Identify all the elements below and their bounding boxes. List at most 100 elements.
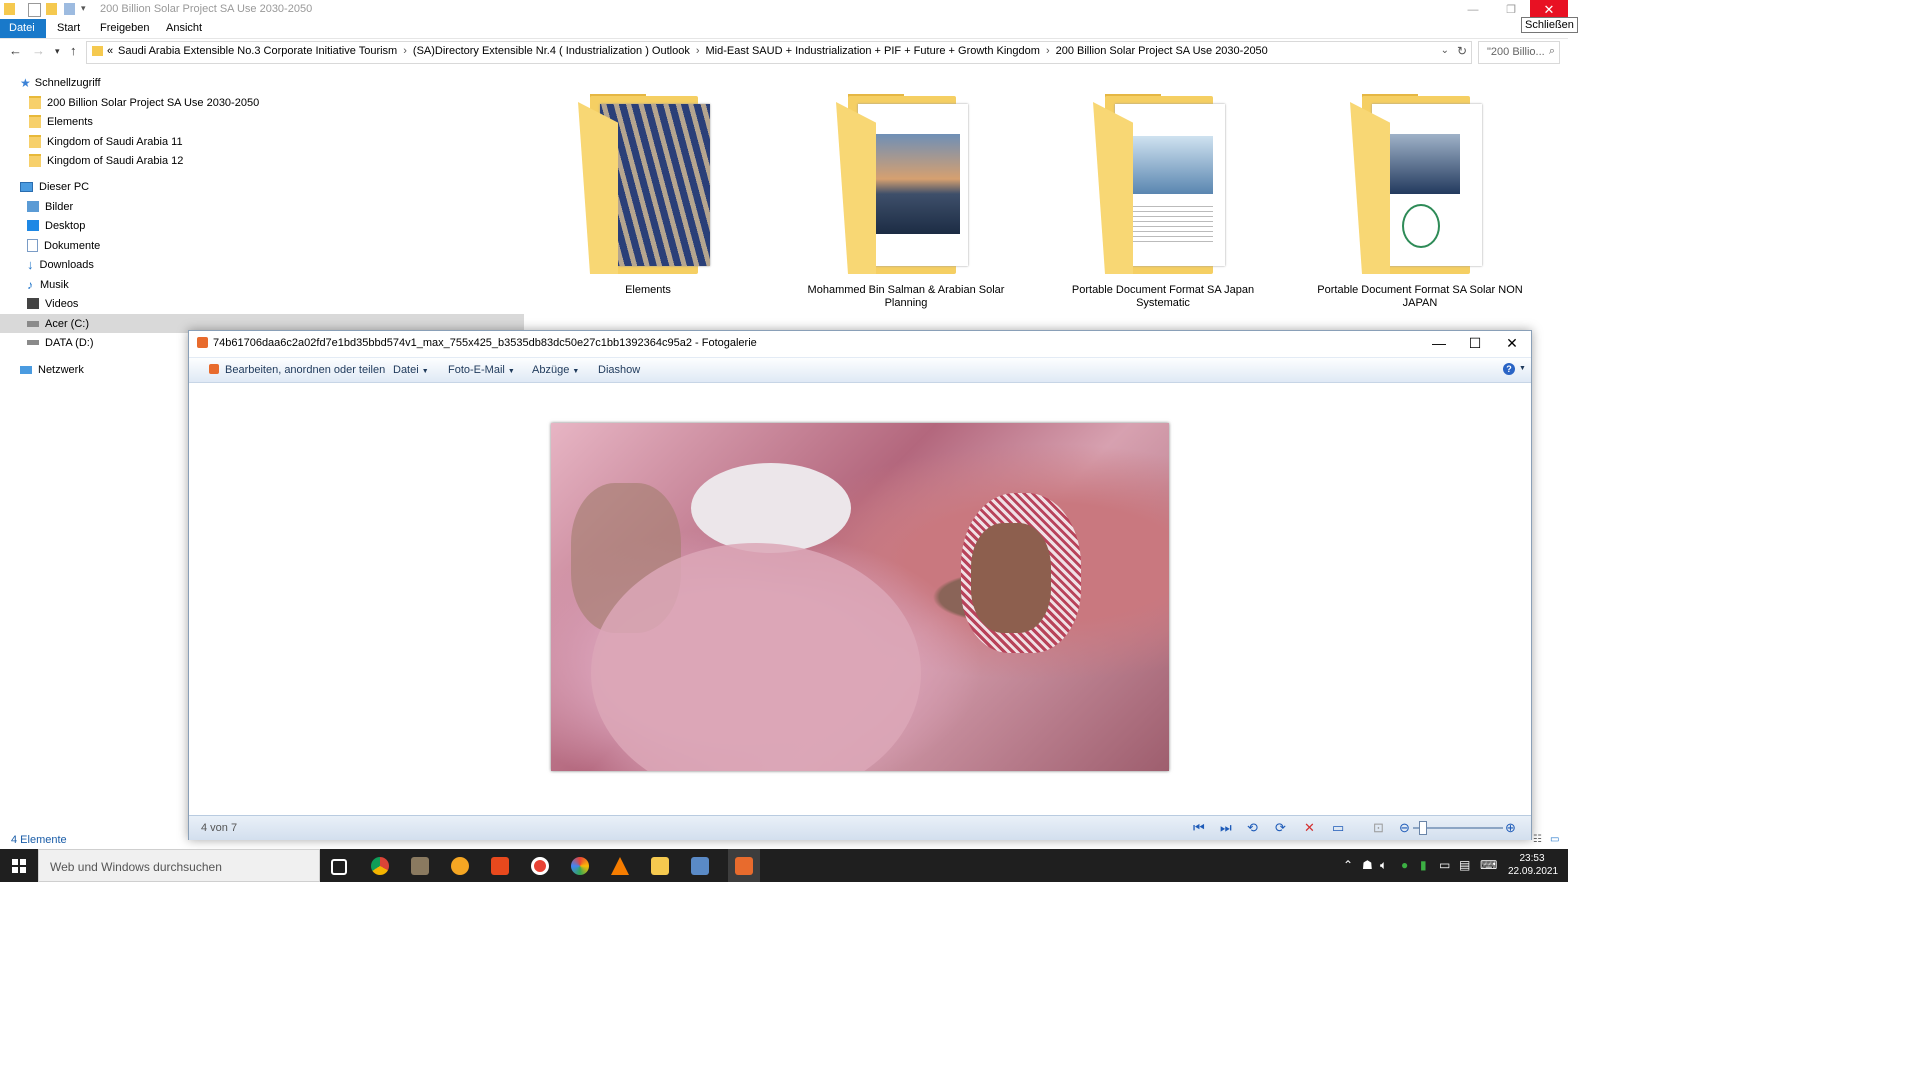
nav-item-bilder[interactable]: Bilder <box>27 197 73 216</box>
app-icon[interactable] <box>571 857 589 875</box>
address-overflow-chevron[interactable]: « <box>107 45 113 57</box>
nav-item-ksa-12[interactable]: Kingdom of Saudi Arabia 12 <box>29 151 183 170</box>
minimize-button[interactable]: — <box>1454 0 1492 19</box>
nav-item-ksa-11[interactable]: Kingdom of Saudi Arabia 11 <box>29 132 183 151</box>
nav-item-downloads[interactable]: ↓ Downloads <box>27 255 94 274</box>
antivirus-icon[interactable]: ● <box>1401 858 1408 872</box>
rotate-left-icon[interactable]: ⟲ <box>1247 820 1258 836</box>
properties-icon[interactable] <box>28 3 41 17</box>
nav-item-data-d[interactable]: DATA (D:) <box>27 333 93 352</box>
nav-label: Desktop <box>45 219 86 232</box>
menu-datei[interactable]: Datei ▼ <box>393 364 429 376</box>
saudi-emblem-icon <box>1402 204 1440 248</box>
tray-app-icon[interactable]: ☗ <box>1362 858 1373 872</box>
zoom-slider-thumb[interactable] <box>1419 821 1427 835</box>
help-chevron-icon[interactable]: ▼ <box>1519 365 1526 372</box>
network-icon[interactable]: ▭ <box>1439 858 1450 872</box>
app-icon[interactable] <box>491 857 509 875</box>
taskbar-clock[interactable]: 23:53 22.09.2021 <box>1508 852 1558 878</box>
up-arrow-icon[interactable]: ↑ <box>70 43 77 58</box>
tab-ansicht[interactable]: Ansicht <box>157 19 211 38</box>
file-explorer-icon[interactable] <box>651 857 669 875</box>
details-view-icon[interactable]: ☷ <box>1533 834 1542 845</box>
breadcrumb-separator-icon[interactable]: › <box>1040 45 1056 57</box>
actual-size-icon[interactable]: ⊡ <box>1373 820 1384 836</box>
search-icon[interactable]: ⌕ <box>1549 45 1555 58</box>
app-icon[interactable] <box>411 857 429 875</box>
breadcrumb-item[interactable]: (SA)Directory Extensible Nr.4 ( Industri… <box>413 45 690 57</box>
folder-icon <box>4 3 15 15</box>
menu-foto-email[interactable]: Foto-E-Mail ▼ <box>448 364 515 376</box>
back-arrow-icon[interactable]: ← <box>9 43 22 58</box>
refresh-icon[interactable]: ↻ <box>1457 44 1467 58</box>
nav-item-solar-project[interactable]: 200 Billion Solar Project SA Use 2030-20… <box>29 93 259 112</box>
explorer-titlebar: ▾ 200 Billion Solar Project SA Use 2030-… <box>0 0 1568 19</box>
edit-arrange-share-button[interactable]: Bearbeiten, anordnen oder teilen <box>209 364 385 376</box>
nav-item-desktop[interactable]: Desktop <box>27 216 85 235</box>
nav-item-elements[interactable]: Elements <box>29 112 93 131</box>
nav-item-videos[interactable]: Videos <box>27 294 78 313</box>
show-hidden-icons-icon[interactable]: ⌃ <box>1343 858 1353 872</box>
breadcrumb-item[interactable]: 200 Billion Solar Project SA Use 2030-20… <box>1056 45 1268 57</box>
nav-network[interactable]: Netzwerk <box>20 360 84 379</box>
folder-tile-mbs-solar[interactable]: Mohammed Bin Salman & Arabian Solar Plan… <box>796 94 1016 316</box>
item-count: 4 Elemente <box>11 834 67 846</box>
menu-diashow[interactable]: Diashow <box>598 364 640 376</box>
keyboard-icon[interactable]: ⌨ <box>1480 858 1497 872</box>
tab-start[interactable]: Start <box>48 19 89 38</box>
rotate-right-icon[interactable]: ⟳ <box>1275 820 1286 836</box>
folder-tile-pdf-japan[interactable]: Portable Document Format SA Japan System… <box>1053 94 1273 316</box>
customize-quickaccess-chevron-icon[interactable]: ▾ <box>81 3 86 14</box>
next-photo-icon[interactable]: ⏭ <box>1220 820 1232 836</box>
slideshow-icon[interactable]: ▭ <box>1332 820 1344 836</box>
task-view-icon[interactable] <box>331 859 347 875</box>
app-icon[interactable] <box>691 857 709 875</box>
tab-datei[interactable]: Datei <box>0 19 46 38</box>
volume-icon[interactable]: 🔈︎ <box>1380 858 1387 873</box>
gallery-close-button[interactable]: ✕ <box>1494 333 1530 353</box>
nav-item-dokumente[interactable]: Dokumente <box>27 236 100 255</box>
folder-tile-pdf-non-japan[interactable]: Portable Document Format SA Solar NON JA… <box>1310 94 1530 316</box>
gallery-maximize-button[interactable]: ☐ <box>1457 333 1493 353</box>
gallery-minimize-button[interactable]: — <box>1421 333 1457 353</box>
menu-abzuege[interactable]: Abzüge ▼ <box>532 364 579 376</box>
music-note-icon: ♪ <box>27 277 33 292</box>
chevron-down-icon: ▼ <box>572 368 580 375</box>
nav-quick-access[interactable]: ★ Schnellzugriff <box>20 73 101 92</box>
large-icons-view-icon[interactable]: ▭ <box>1550 834 1559 845</box>
taskbar-search-input[interactable]: Web und Windows durchsuchen <box>38 849 320 882</box>
zoom-in-icon[interactable]: ⊕ <box>1505 820 1516 836</box>
breadcrumb-separator-icon[interactable]: › <box>690 45 706 57</box>
breadcrumb-item[interactable]: Mid-East SAUD + Industrialization + PIF … <box>706 45 1040 57</box>
photo-gallery-taskbar-icon[interactable] <box>735 857 753 875</box>
nav-this-pc[interactable]: Dieser PC <box>20 177 89 196</box>
desktop-icon <box>27 220 39 231</box>
zoom-out-icon[interactable]: ⊖ <box>1399 820 1410 836</box>
help-icon[interactable]: ? <box>1503 363 1515 375</box>
nav-label: Dieser PC <box>39 180 90 193</box>
taskbar-search-placeholder: Web und Windows durchsuchen <box>50 860 222 874</box>
breadcrumb-separator-icon[interactable]: › <box>397 45 413 57</box>
search-input[interactable]: "200 Billio... ⌕ <box>1478 41 1560 64</box>
tray-app-icon[interactable]: ▮ <box>1420 858 1427 872</box>
app-icon[interactable] <box>531 857 549 875</box>
vlc-icon[interactable] <box>611 857 629 875</box>
forward-arrow-icon[interactable]: → <box>32 43 45 58</box>
breadcrumb-item[interactable]: Saudi Arabia Extensible No.3 Corporate I… <box>118 45 397 57</box>
notification-icon[interactable]: ▤ <box>1459 858 1470 872</box>
nav-item-musik[interactable]: ♪ Musik <box>27 275 69 294</box>
new-folder-icon[interactable] <box>46 3 57 15</box>
app-icon[interactable] <box>451 857 469 875</box>
windows-start-icon[interactable] <box>12 859 26 873</box>
rename-icon[interactable] <box>64 3 75 15</box>
previous-photo-icon[interactable]: ⏮ <box>1193 820 1205 836</box>
address-dropdown-chevron-icon[interactable]: ⌄ <box>1441 45 1449 56</box>
delete-icon[interactable]: ✕ <box>1304 820 1315 836</box>
recent-locations-chevron-icon[interactable]: ▾ <box>55 46 60 57</box>
tab-freigeben[interactable]: Freigeben <box>91 19 159 38</box>
chrome-icon[interactable] <box>371 857 389 875</box>
folder-icon <box>29 154 41 167</box>
nav-label: Elements <box>47 115 93 128</box>
folder-tile-elements[interactable]: Elements <box>538 94 758 316</box>
nav-label: Downloads <box>39 258 94 271</box>
